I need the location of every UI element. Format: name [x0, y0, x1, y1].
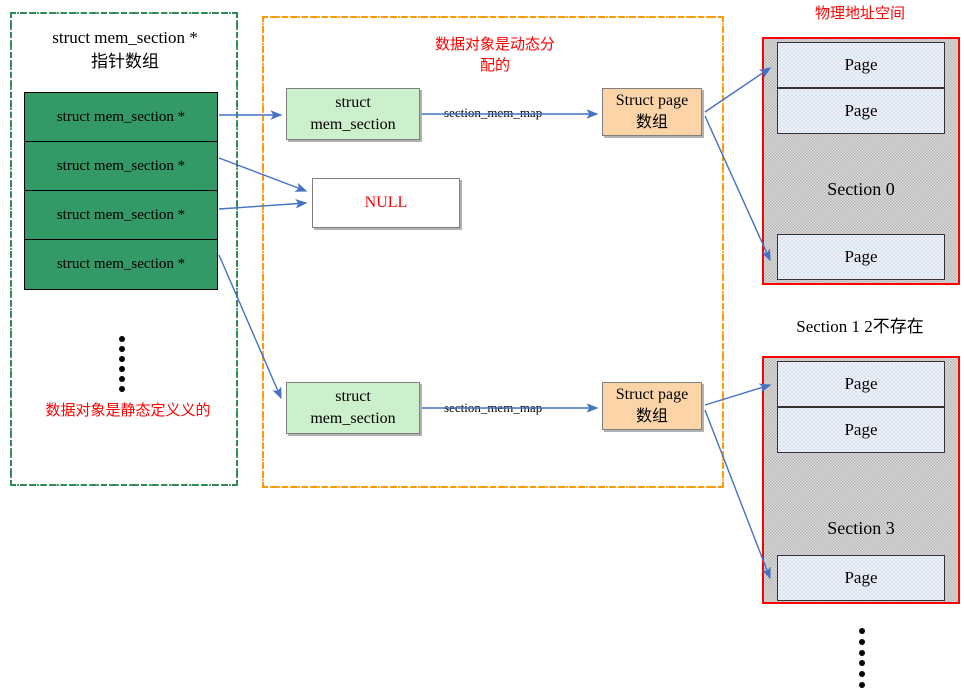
section-3-page-2[interactable]: Page — [777, 555, 945, 601]
mem-section-bottom-line2: mem_section — [310, 410, 396, 427]
pointer-array-cell-1[interactable]: struct mem_section * — [25, 142, 217, 191]
section-mem-map-label-bottom: section_mem_map — [444, 400, 543, 415]
struct-page-array-box-top[interactable]: Struct page 数组 — [602, 88, 702, 136]
null-pointer-box[interactable]: NULL — [312, 178, 460, 228]
pointer-array-cell-0[interactable]: struct mem_section * — [25, 93, 217, 142]
sections-continuation-ellipsis-icon — [858, 628, 866, 688]
mem-section-pointer-array: struct mem_section * struct mem_section … — [24, 92, 218, 290]
physical-address-space-title: 物理地址空间 — [814, 4, 905, 22]
dynamic-note-line2: 配的 — [479, 56, 510, 74]
null-label: NULL — [364, 194, 408, 211]
array-continuation-ellipsis-icon — [118, 336, 126, 392]
dynamic-note-line1: 数据对象是动态分 — [434, 35, 555, 53]
static-heading-line1: struct mem_section * — [52, 28, 198, 47]
mem-section-struct-box-top[interactable]: struct mem_section — [286, 88, 420, 140]
struct-page-bottom-line2: 数组 — [635, 408, 668, 425]
static-allocation-note: 数据对象是静态定义义的 — [45, 401, 211, 419]
mem-section-top-line1: struct — [335, 94, 371, 111]
section-0-page-2[interactable]: Page — [777, 234, 945, 280]
mem-section-struct-box-bottom[interactable]: struct mem_section — [286, 382, 420, 434]
section-mem-map-label-top: section_mem_map — [444, 105, 543, 120]
mem-section-bottom-line1: struct — [335, 388, 371, 405]
pointer-array-cell-2[interactable]: struct mem_section * — [25, 191, 217, 240]
missing-sections-label: Section 1 2不存在 — [796, 317, 924, 336]
struct-page-array-box-bottom[interactable]: Struct page 数组 — [602, 382, 702, 430]
section-0-page-0[interactable]: Page — [777, 42, 945, 88]
mem-section-top-line2: mem_section — [310, 116, 396, 133]
section-3-page-1[interactable]: Page — [777, 407, 945, 453]
pointer-array-cell-3[interactable]: struct mem_section * — [25, 240, 217, 289]
struct-page-top-line1: Struct page — [615, 92, 689, 109]
struct-page-top-line2: 数组 — [635, 114, 668, 131]
dynamic-allocation-note: 数据对象是动态分 配的 — [330, 34, 660, 76]
physical-section-0: Section 0 Page Page Page — [762, 37, 960, 285]
static-heading-line2: 指针数组 — [91, 52, 159, 71]
physical-section-3: Section 3 Page Page Page — [762, 356, 960, 604]
section-3-name: Section 3 — [827, 518, 895, 538]
section-0-name: Section 0 — [827, 179, 895, 199]
static-group-heading: struct mem_section * 指针数组 — [22, 26, 228, 74]
section-3-page-0[interactable]: Page — [777, 361, 945, 407]
diagram-canvas: struct mem_section * 指针数组 struct mem_sec… — [0, 0, 964, 694]
section-0-page-1[interactable]: Page — [777, 88, 945, 134]
struct-page-bottom-line1: Struct page — [615, 386, 689, 403]
